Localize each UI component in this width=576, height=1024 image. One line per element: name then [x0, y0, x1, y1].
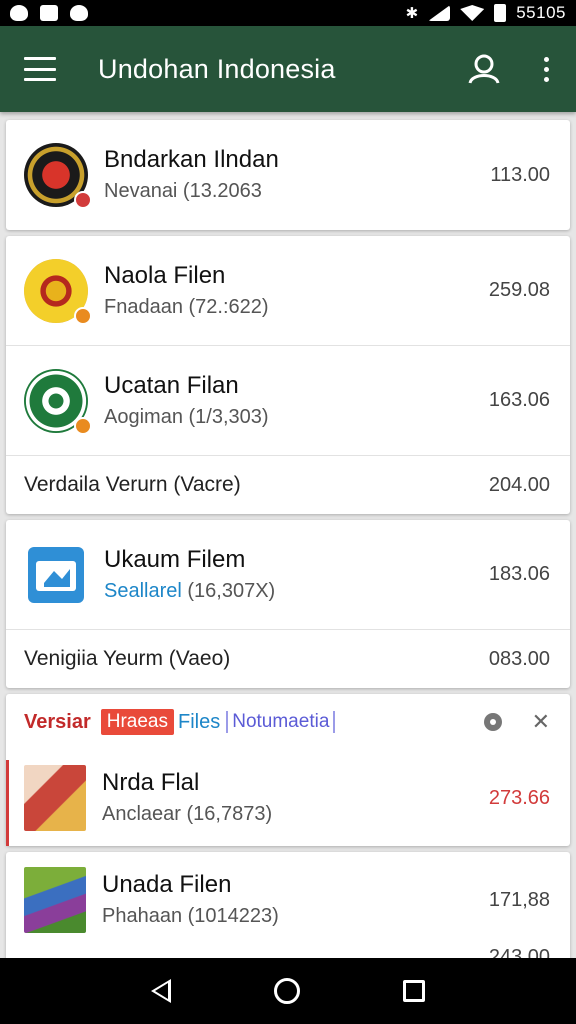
selection-indicator	[6, 760, 9, 846]
signal-icon	[428, 5, 451, 21]
item-subtitle: Aogiman (1/3,303)	[104, 405, 269, 428]
account-icon[interactable]	[468, 54, 500, 84]
menu-icon[interactable]	[24, 57, 56, 81]
help-icon[interactable]	[483, 713, 502, 731]
version-amount: 083.00	[488, 647, 550, 670]
item-amount: 113.00	[490, 163, 550, 186]
home-icon[interactable]	[273, 978, 300, 1004]
item-subtitle: Seallarel (16,307X)	[104, 579, 276, 602]
photo-thumbnail	[24, 867, 86, 933]
tag-filter[interactable]: Hraeas	[100, 709, 174, 735]
file-icon	[28, 546, 84, 603]
list-item[interactable]: Bndarkan Ilndan Nevanai (13.2063 113.00	[6, 120, 570, 230]
more-vert-icon[interactable]	[540, 56, 552, 82]
file-list: Bndarkan Ilndan Nevanai (13.2063 113.00 …	[6, 120, 570, 978]
item-amount: 183.06	[488, 563, 550, 585]
status-badge	[74, 306, 92, 325]
file-card: Bndarkan Ilndan Nevanai (13.2063 113.00	[6, 120, 570, 230]
close-icon[interactable]: ✕	[532, 711, 550, 733]
navigation-bar	[0, 958, 576, 1024]
emblem-icon	[24, 143, 92, 209]
item-subtitle: Phahaan (1014223)	[102, 905, 279, 927]
list-item[interactable]: Nrda Flal Anclaear (16,7873) 273.66	[6, 750, 570, 846]
app-bar: Undohan Indonesia	[0, 26, 576, 112]
item-amount: 273.66	[488, 786, 550, 809]
item-title: Nrda Flal	[102, 769, 200, 796]
version-row[interactable]: Verdaila Verurn (Vacre) 204.00	[6, 456, 570, 514]
version-label: Verdaila Verurn (Vacre)	[24, 473, 241, 496]
status-bar: ✱ 55105	[0, 0, 576, 26]
emblem-icon	[24, 258, 92, 325]
files-filter[interactable]: Files	[178, 711, 220, 734]
item-amount: 163.06	[488, 389, 550, 411]
filter-card: Versiar Hraeas Files Notumaetia ✕ Nrda F…	[6, 694, 570, 846]
lock-icon	[10, 5, 28, 21]
battery-icon	[494, 4, 507, 22]
file-card: Unada Filen Phahaan (1014223) 171,88 243…	[6, 852, 570, 972]
emblem-icon	[24, 368, 92, 435]
item-subtitle: Fnadaan (72.:622)	[104, 295, 269, 318]
version-amount: 204.00	[488, 473, 550, 496]
shield-icon	[70, 5, 88, 21]
docs-filter[interactable]: Notumaetia	[226, 711, 336, 733]
list-item[interactable]: Ukaum Filem Seallarel (16,307X) 183.06	[6, 520, 570, 630]
item-title: Ucatan Filan	[104, 371, 239, 399]
item-subtitle: Nevanai (13.2063	[104, 180, 262, 202]
item-amount: 259.08	[488, 279, 550, 301]
file-card: Ukaum Filem Seallarel (16,307X) 183.06 V…	[6, 520, 570, 688]
item-title: Unada Filen	[102, 871, 232, 898]
back-icon[interactable]	[151, 979, 172, 1003]
app-title: Undohan Indonesia	[98, 53, 336, 84]
bluetooth-icon: ✱	[405, 5, 419, 22]
list-item[interactable]: Naola Filen Fnadaan (72.:622) 259.08	[6, 236, 570, 346]
status-time: 55105	[516, 3, 566, 22]
file-card: Naola Filen Fnadaan (72.:622) 259.08 Uca…	[6, 236, 570, 514]
message-icon	[40, 5, 58, 21]
status-badge	[74, 191, 92, 209]
photo-thumbnail	[24, 765, 86, 831]
version-label: Venigiia Yeurm (Vaeo)	[24, 647, 231, 670]
item-subtitle: Anclaear (16,7873)	[102, 803, 273, 825]
item-title: Naola Filen	[104, 261, 226, 289]
filter-bar: Versiar Hraeas Files Notumaetia ✕	[6, 694, 570, 750]
version-row[interactable]: Venigiia Yeurm (Vaeo) 083.00	[6, 630, 570, 688]
item-title: Ukaum Filem	[104, 545, 246, 573]
version-filter[interactable]: Versiar	[24, 711, 91, 734]
recents-icon[interactable]	[402, 980, 425, 1002]
status-badge	[74, 416, 92, 435]
item-title: Bndarkan Ilndan	[104, 146, 279, 173]
list-item[interactable]: Unada Filen Phahaan (1014223) 171,88	[6, 852, 570, 948]
wifi-icon	[460, 5, 485, 21]
item-amount: 171,88	[488, 888, 550, 911]
list-item[interactable]: Ucatan Filan Aogiman (1/3,303) 163.06	[6, 346, 570, 456]
